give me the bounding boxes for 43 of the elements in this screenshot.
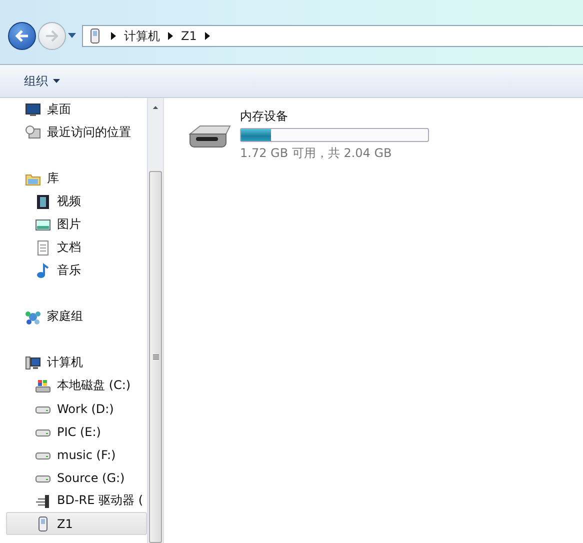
grip-icon: [152, 354, 158, 360]
breadcrumb[interactable]: 计算机: [124, 28, 160, 44]
picture-icon: [35, 216, 51, 232]
breadcrumb[interactable]: Z1: [181, 29, 197, 43]
nav-item[interactable]: PIC (E:): [6, 420, 147, 443]
chevron-right-icon[interactable]: [168, 32, 173, 40]
nav-item[interactable]: 音乐: [6, 259, 147, 282]
chevron-right-icon[interactable]: [111, 32, 116, 40]
dropdown-arrow-icon[interactable]: [68, 33, 76, 39]
nav-item[interactable]: 最近访问的位置: [6, 121, 147, 144]
film-icon: [35, 194, 51, 210]
windows-drive-icon: [35, 378, 51, 394]
document-icon: [35, 240, 51, 256]
nav-item[interactable]: BD-RE 驱动器 (: [6, 489, 147, 512]
nav-item[interactable]: 图片: [6, 213, 147, 236]
nav-item[interactable]: 桌面: [6, 98, 147, 121]
optical-drive-icon: [35, 492, 51, 508]
arrow-left-icon: [15, 30, 29, 42]
nav-item[interactable]: Work (D:): [6, 397, 147, 420]
device-name: 内存设备: [240, 108, 289, 125]
scroll-up-icon[interactable]: [152, 106, 159, 110]
caret-down-icon: [53, 79, 60, 83]
scrollbar[interactable]: [147, 98, 164, 543]
nav-item[interactable]: 文档: [6, 236, 147, 259]
music-note-icon: [35, 262, 51, 278]
nav-item[interactable]: 视频: [6, 190, 147, 213]
arrow-right-icon: [45, 30, 59, 42]
chevron-right-icon[interactable]: [204, 32, 210, 40]
address-bar[interactable]: 计算机 Z1: [82, 25, 583, 47]
organize-menu[interactable]: 组织: [24, 70, 60, 92]
monitor-icon: [25, 102, 41, 118]
nav-item[interactable]: Source (G:): [6, 466, 147, 489]
nav-item[interactable]: 本地磁盘 (C:): [6, 374, 147, 397]
nav-item[interactable]: Z1: [6, 512, 147, 535]
nav-item[interactable]: 家庭组: [6, 305, 147, 328]
nav-item[interactable]: music (F:): [6, 443, 147, 466]
capacity-text: 1.72 GB 可用，共 2.04 GB: [240, 145, 393, 162]
computer-icon: [25, 354, 41, 370]
back-button[interactable]: [8, 22, 36, 50]
recent-places-icon: [25, 124, 41, 140]
nav-item[interactable]: 计算机: [6, 351, 147, 374]
network-icon: [25, 308, 41, 324]
nav-item[interactable]: 库: [6, 167, 147, 190]
